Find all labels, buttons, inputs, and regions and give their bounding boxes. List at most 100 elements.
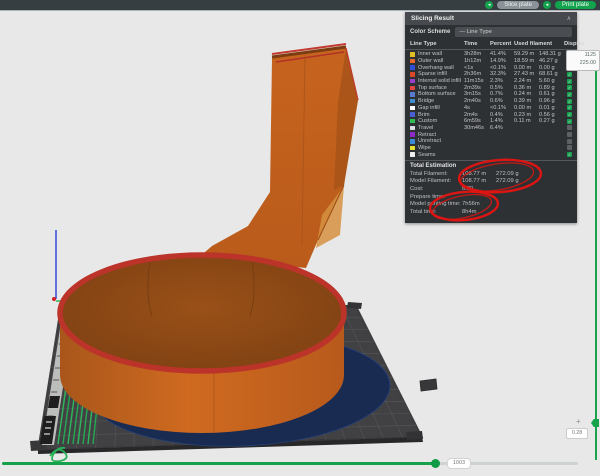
col-time: Time (464, 41, 490, 47)
line-type-row: Wipe (405, 145, 577, 152)
total-row: Prepare time: (405, 193, 577, 201)
model-chimney (198, 44, 358, 268)
line-type-row: Custom6m59s1.4%0.11 m0.27 g✓ (405, 118, 577, 125)
display-checkbox[interactable]: ✓ (567, 119, 572, 124)
total-row: Total Filament:108.77 m272.09 g (405, 170, 577, 178)
display-checkbox[interactable]: ✓ (567, 152, 572, 157)
move-slider-handle[interactable] (431, 459, 440, 468)
layer-slider-bottom-value: 0.28 (566, 428, 588, 439)
line-type-weight: 0.56 g (539, 112, 564, 118)
line-type-label: Seams (418, 152, 464, 158)
total-row: Cost:6.80 (405, 185, 577, 193)
line-type-row: Retract (405, 131, 577, 138)
total-value-1: 7h56m (462, 201, 496, 207)
line-type-row: Brim2m4s0.4%0.23 m0.56 g✓ (405, 111, 577, 118)
display-checkbox[interactable] (567, 139, 572, 144)
color-scheme-row: Color Scheme — Line Type (405, 25, 577, 39)
col-display: Display (564, 41, 585, 47)
line-type-time: 6m59s (464, 118, 490, 124)
slice-options-arrow-icon[interactable]: ◂ (485, 1, 493, 9)
line-type-weight: 0.61 g (539, 91, 564, 97)
line-type-weight: 46.27 g (539, 58, 564, 64)
line-type-label: Overhang wall (418, 65, 464, 71)
line-type-percent: 0.7% (490, 91, 514, 97)
line-type-row: Top surface2m39s0.5%0.36 m0.89 g✓ (405, 84, 577, 91)
line-type-row: Overhang wall<1s<0.1%0.00 m0.00 g✓ (405, 64, 577, 71)
line-type-length: 2.24 m (514, 78, 539, 84)
line-type-weight: 0.00 g (539, 65, 564, 71)
display-checkbox[interactable] (567, 145, 572, 150)
line-type-length: 0.23 m (514, 112, 539, 118)
display-checkbox[interactable]: ✓ (567, 72, 572, 77)
line-type-label: Sparse infill (418, 71, 464, 77)
total-row: Model Filament:108.77 m272.09 g (405, 178, 577, 186)
layer-height-value: 225.00 (570, 60, 596, 68)
line-type-rows: Inner wall3h28m41.4%59.29 m148.31 g✓Oute… (405, 50, 577, 158)
display-checkbox[interactable]: ✓ (567, 79, 572, 84)
line-type-time: 1h12m (464, 58, 490, 64)
line-type-label: Unretract (418, 138, 464, 144)
line-type-color-swatch (410, 152, 415, 157)
line-type-color-swatch (410, 146, 415, 151)
print-options-arrow-icon[interactable]: ◂ (543, 1, 551, 9)
color-scheme-label: Color Scheme (410, 29, 450, 35)
line-type-weight: 0.27 g (539, 118, 564, 124)
line-type-color-swatch (410, 79, 415, 84)
chevron-up-icon[interactable]: ∧ (567, 15, 571, 22)
line-type-time: 4s (464, 105, 490, 111)
panel-header: Slicing Result ∧ (405, 12, 577, 25)
col-used-filament: Used filament (514, 41, 564, 47)
line-type-label: Gap infill (418, 105, 464, 111)
line-type-weight: 68.61 g (539, 71, 564, 77)
app-window: ◂ Slice plate ◂ Print plate (0, 0, 600, 476)
display-checkbox[interactable]: ✓ (567, 92, 572, 97)
line-type-color-swatch (410, 119, 415, 124)
line-type-length: 0.00 m (514, 105, 539, 111)
line-type-time: 30m46s (464, 125, 490, 131)
color-scheme-dropdown[interactable]: — Line Type (455, 27, 572, 37)
slicing-result-panel: Slicing Result ∧ Color Scheme — Line Typ… (405, 12, 577, 223)
sliced-model[interactable] (60, 44, 392, 451)
line-type-label: Bottom surface (418, 91, 464, 97)
line-type-label: Internal solid infill (418, 78, 464, 84)
line-type-color-swatch (410, 92, 415, 97)
display-checkbox[interactable]: ✓ (567, 105, 572, 110)
display-checkbox[interactable] (567, 125, 572, 130)
line-type-length: 0.36 m (514, 85, 539, 91)
plate-corner-tab (406, 431, 423, 440)
line-type-length: 0.11 m (514, 118, 539, 124)
total-row: Model printing time:7h56m (405, 200, 577, 208)
line-type-length: 0.00 m (514, 65, 539, 71)
total-value-1: 6.80 (462, 186, 496, 192)
line-type-label: Outer wall (418, 58, 464, 64)
layer-slider-track[interactable] (595, 60, 597, 460)
line-type-percent: 14.9% (490, 58, 514, 64)
total-row: Total time:8h4m (405, 208, 577, 216)
display-checkbox[interactable]: ✓ (567, 112, 572, 117)
line-type-row: Inner wall3h28m41.4%59.29 m148.31 g✓ (405, 51, 577, 58)
line-type-table-header: Line Type Time Percent Used filament Dis… (405, 39, 577, 50)
line-type-color-swatch (410, 86, 415, 91)
ruler-mark-block (48, 396, 60, 408)
plus-icon[interactable]: + (576, 417, 581, 426)
layer-number: 1125 (570, 52, 596, 60)
line-type-row: Sparse infill2h36m32.3%27.43 m68.61 g✓ (405, 71, 577, 78)
slice-plate-button[interactable]: Slice plate (497, 1, 539, 9)
line-type-percent: 6.4% (490, 125, 514, 131)
line-type-label: Custom (418, 118, 464, 124)
total-value-2: 272.09 g (496, 171, 572, 177)
line-type-label: Top surface (418, 85, 464, 91)
line-type-length: 27.43 m (514, 71, 539, 77)
display-checkbox[interactable]: ✓ (567, 85, 572, 90)
line-type-color-swatch (410, 52, 415, 57)
line-type-label: Retract (418, 132, 464, 138)
total-estimation-title: Total Estimation (405, 160, 577, 170)
line-type-weight: 5.60 g (539, 78, 564, 84)
line-type-row: Bottom surface3m15s0.7%0.24 m0.61 g✓ (405, 91, 577, 98)
col-line-type: Line Type (410, 41, 464, 47)
print-plate-button[interactable]: Print plate (555, 1, 596, 9)
total-value-2: 272.09 g (496, 178, 572, 184)
line-type-row: Seams ✓ (405, 151, 577, 158)
display-checkbox[interactable]: ✓ (567, 99, 572, 104)
display-checkbox[interactable] (567, 132, 572, 137)
